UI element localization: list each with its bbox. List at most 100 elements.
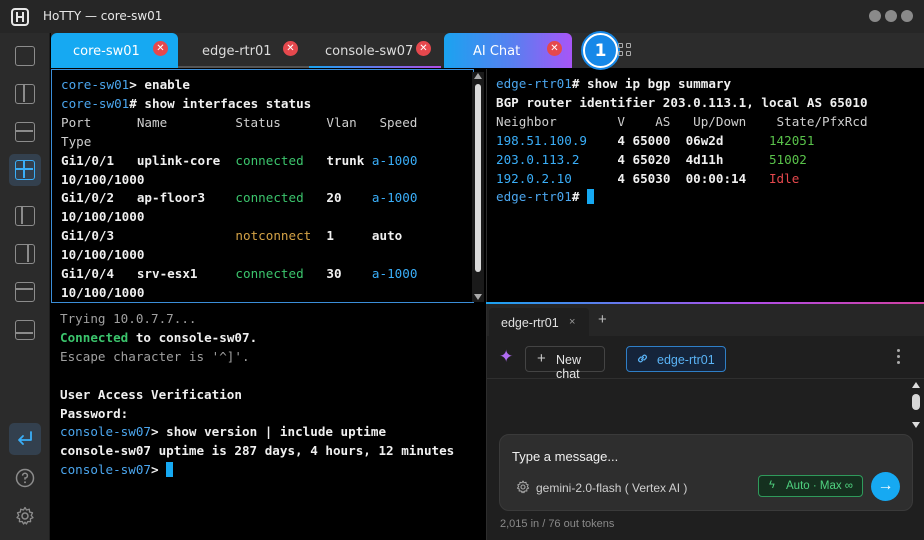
close-icon[interactable]: × [569,316,575,328]
layout-left-main-button[interactable] [9,200,41,232]
chat-scrollbar[interactable] [909,380,923,430]
context-session-chip[interactable]: edge-rtr01 [626,346,726,372]
new-chat-button[interactable]: + New chat [525,346,605,381]
tab-label: AI Chat [473,44,521,59]
layout-single-button[interactable] [9,40,41,72]
scroll-down-icon[interactable] [912,422,920,428]
tab-core-sw01[interactable]: core-sw01 ✕ [51,33,178,68]
session-tab-bar: core-sw01 ✕ edge-rtr01 ✕ console-sw07 ✕ … [51,33,924,68]
table-row: Gi1/0/2 ap-floor3 connected 20 a-1000 [61,190,418,206]
layout-quad-button[interactable] [9,154,41,186]
scrollbar-thumb[interactable] [912,394,920,410]
tab-console-sw07[interactable]: console-sw07 ✕ [309,33,441,68]
chat-tab-label: edge-rtr01 [501,316,559,330]
table-row: 203.0.113.2 4 65020 4d11h 51002 [496,151,807,167]
layout-top-main-button[interactable] [9,276,41,308]
message-composer[interactable]: Type a message... gemini-2.0-flash ( Ver… [499,434,913,511]
tab-ai-chat[interactable]: AI Chat ✕ [444,33,572,68]
bgp-identifier: BGP router identifier 203.0.113.1, local… [496,94,868,110]
window-title: HoTTY — core-sw01 [43,9,163,23]
add-chat-tab-button[interactable]: + [598,312,607,327]
command-line: show interfaces status [144,95,312,111]
context-chip-label: edge-rtr01 [657,353,715,367]
terminal-scrollbar[interactable] [472,72,484,302]
step-number-badge: 1 [583,33,618,68]
tab-close-icon[interactable]: ✕ [153,41,168,56]
tab-label: core-sw01 [73,44,140,59]
layout-split-vertical-icon [15,84,35,104]
new-chat-label: New chat [556,353,582,381]
scroll-up-icon[interactable] [912,382,920,388]
prompt: console-sw07 [60,424,151,440]
terminal-cursor [166,462,174,478]
bolt-icon: ϟ [769,479,775,491]
chat-toolbar: ✦ + New chat edge-rtr01 [487,336,924,381]
scroll-up-icon[interactable] [474,73,482,79]
help-button[interactable] [9,462,41,494]
output-line: console-sw07 uptime is 287 days, 4 hours… [60,443,455,459]
tab-close-icon[interactable]: ✕ [283,41,298,56]
tab-edge-rtr01[interactable]: edge-rtr01 ✕ [178,33,309,68]
message-input[interactable]: Type a message... [512,449,618,464]
prompt: core-sw01 [61,95,130,111]
terminal-pane-console-sw07[interactable]: Trying 10.0.7.7... Connected to console-… [51,304,486,540]
settings-icon [16,506,34,525]
scroll-down-icon[interactable] [474,294,482,300]
table-row: Gi1/0/3 notconnect 1 auto [61,228,403,244]
layout-sidebar [0,33,50,540]
prompt: core-sw01 [61,77,130,92]
layout-quad-icon [15,160,35,180]
chat-tab-edge-rtr01[interactable]: edge-rtr01 × [489,308,589,336]
table-header: Port Name Status Vlan Speed [61,114,418,130]
table-header: Neighbor V AS Up/Down State/PfxRcd [496,113,868,129]
new-tab-grid-icon[interactable] [618,43,632,57]
output-line: Trying 10.0.7.7... [60,311,197,326]
token-usage: 2,015 in / 76 out tokens [500,518,615,530]
table-row-type: 10/100/1000 [61,171,145,187]
output-line: Escape character is '^]'. [60,348,250,364]
table-header-cont: Type [61,133,92,149]
table-row: Gi1/0/4 srv-esx1 connected 30 a-1000 [61,266,418,282]
plus-icon: + [537,350,546,367]
table-row: 198.51.100.9 4 65000 06w2d 142051 [496,132,815,148]
title-bar: HoTTY — core-sw01 [0,0,924,33]
command-line: show version | include uptime [166,424,387,440]
layout-bottom-main-icon [15,320,35,340]
prompt: edge-rtr01 [496,76,572,91]
model-settings-icon[interactable] [516,480,530,494]
auto-mode-label: Auto · Max ∞ [786,480,853,492]
prompt: console-sw07 [60,462,151,478]
chat-tab-bar: edge-rtr01 × + [487,304,924,336]
layout-split-horizontal-button[interactable] [9,116,41,148]
terminal-cursor [587,189,594,205]
tab-close-icon[interactable]: ✕ [547,41,562,56]
terminal-pane-core-sw01[interactable]: core-sw01> enable core-sw01# show interf… [51,69,474,303]
table-row-type: 10/100/1000 [61,247,145,263]
help-icon [15,468,35,488]
scrollbar-thumb[interactable] [475,84,481,272]
more-options-icon[interactable] [895,348,901,366]
ai-chat-panel: edge-rtr01 × + ✦ + New chat edge-rtr01 T… [487,304,924,540]
layout-top-main-icon [15,282,35,302]
minimize-button[interactable] [869,10,881,22]
send-button[interactable]: → [871,472,900,501]
output-line: Password: [60,405,129,421]
layout-bottom-main-button[interactable] [9,314,41,346]
broadcast-return-button[interactable] [9,423,41,455]
terminal-pane-edge-rtr01[interactable]: edge-rtr01# show ip bgp summary BGP rout… [487,69,924,302]
command-line: show ip bgp summary [587,76,732,91]
app-logo-icon [11,8,29,26]
settings-button[interactable] [9,500,41,532]
sparkle-icon: ✦ [499,347,514,366]
layout-split-vertical-button[interactable] [9,78,41,110]
command-line: enable [144,77,190,92]
layout-right-main-icon [15,244,35,264]
return-icon [18,431,32,445]
close-window-button[interactable] [901,10,913,22]
table-row-type: 10/100/1000 [61,209,145,225]
maximize-button[interactable] [885,10,897,22]
model-selector[interactable]: gemini-2.0-flash ( Vertex AI ) [536,481,687,495]
layout-right-main-button[interactable] [9,238,41,270]
auto-mode-chip[interactable]: ϟ Auto · Max ∞ [758,475,863,497]
tab-close-icon[interactable]: ✕ [416,41,431,56]
